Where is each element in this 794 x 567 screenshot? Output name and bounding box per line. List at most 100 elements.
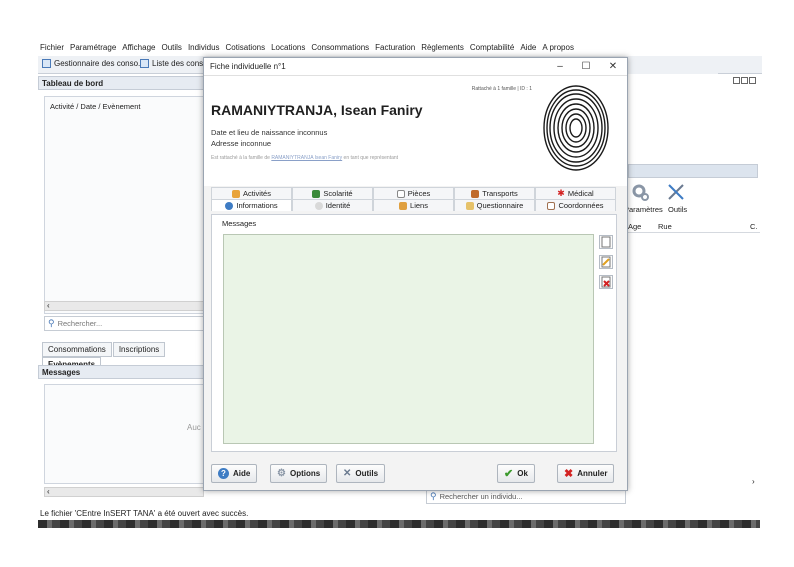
tab-informations[interactable]: Informations (211, 199, 292, 211)
messages-label: Messages (222, 219, 257, 228)
background-image-strip (38, 520, 760, 528)
messages-panel: Auc (44, 384, 204, 484)
tab-identite-label: Identité (325, 201, 351, 210)
messages-empty-text: Auc (187, 423, 201, 432)
tab-scolarite[interactable]: Scolarité (292, 187, 373, 199)
ok-button[interactable]: ✔ Ok (497, 464, 535, 483)
left-horizontal-scrollbar[interactable]: ‹ (44, 301, 204, 311)
menu-item-affichage[interactable]: Affichage (122, 43, 155, 52)
informations-content: Messages (211, 214, 617, 452)
aide-button[interactable]: ? Aide (211, 464, 258, 483)
menu-item-locations[interactable]: Locations (271, 43, 305, 52)
restore-icon[interactable] (733, 77, 740, 84)
options-label: Options (289, 469, 321, 478)
close-icon[interactable] (749, 77, 756, 84)
minimize-button[interactable]: – (550, 60, 570, 74)
col-rue[interactable]: Rue (658, 222, 672, 231)
outils-icon: ✕ (343, 468, 352, 479)
edit-message-button[interactable] (599, 255, 613, 269)
col-c[interactable]: C. (750, 222, 758, 231)
menu-item-aide[interactable]: Aide (520, 43, 536, 52)
dialog-title: Fiche individuelle n°1 (210, 62, 286, 71)
left-search-box[interactable]: ⚲ Rechercher... (44, 316, 204, 331)
tab-pieces[interactable]: Pièces (373, 187, 454, 199)
fiche-individuelle-dialog: Fiche individuelle n°1 – ☐ ✕ Rattaché à … (203, 57, 628, 491)
menu-item-fichier[interactable]: Fichier (40, 43, 64, 52)
list-icon (140, 59, 149, 68)
menu-item-outils[interactable]: Outils (161, 43, 181, 52)
tab-questionnaire[interactable]: Questionnaire (454, 199, 535, 211)
menu-item-comptabilit-[interactable]: Comptabilité (470, 43, 514, 52)
help-icon: ? (218, 468, 229, 479)
info-icon (225, 201, 234, 210)
gear-icon[interactable] (630, 182, 650, 202)
tab-activites[interactable]: Activités (211, 187, 292, 199)
family-link-text: Est rattaché à la famille de RAMANIYTRAN… (211, 155, 398, 161)
medical-cross-icon: ✱ (557, 188, 565, 198)
annuler-button[interactable]: ✖ Annuler (557, 464, 615, 483)
menu-item-cotisations[interactable]: Cotisations (226, 43, 266, 52)
tableau-title: Tableau de bord (42, 79, 104, 88)
menu-item-param-trage[interactable]: Paramétrage (70, 43, 116, 52)
family-suffix: en tant que représentant (342, 155, 399, 161)
scroll-right-icon[interactable]: › (752, 477, 755, 486)
tab-pieces-label: Pièces (407, 189, 431, 198)
rattache-info: Rattaché à 1 famille | ID : 1 (471, 86, 532, 92)
ok-label: Ok (517, 469, 528, 478)
search-icon: ⚲ (48, 318, 55, 328)
links-icon (399, 201, 408, 210)
activity-list[interactable]: Activité / Date / Evènement (44, 96, 204, 314)
identity-icon (314, 201, 323, 210)
tabs-row-top: Activités Scolarité Pièces Transports ✱ M… (211, 187, 616, 199)
menu-item-individus[interactable]: Individus (188, 43, 220, 52)
maximize-icon[interactable] (741, 77, 748, 84)
outils-label[interactable]: Outils (668, 205, 687, 214)
individu-search-box[interactable]: ⚲ Rechercher un individu... (426, 489, 626, 504)
address-info: Adresse inconnue (211, 139, 272, 148)
family-link[interactable]: RAMANIYTRANJA Isean Faniry (271, 155, 342, 161)
tab-inscriptions[interactable]: Inscriptions (112, 342, 166, 357)
birth-info: Date et lieu de naissance inconnus (211, 128, 328, 137)
right-toolbar-bg (628, 56, 718, 74)
menu-item-facturation[interactable]: Facturation (375, 43, 415, 52)
activities-icon (232, 189, 241, 198)
toolbar-gestionnaire-conso[interactable]: Gestionnaire des conso. (42, 59, 140, 68)
tab-activites-label: Activités (243, 189, 271, 198)
menu-item-a-propos[interactable]: A propos (542, 43, 574, 52)
messages-header: Messages (38, 365, 204, 379)
tab-questionnaire-label: Questionnaire (476, 201, 524, 210)
col-age[interactable]: Age (628, 222, 641, 231)
tab-consommations[interactable]: Consommations (42, 342, 112, 357)
maximize-button[interactable]: ☐ (576, 60, 596, 74)
status-bar-text: Le fichier 'CEntre InSERT TANA' a été ou… (40, 509, 249, 518)
tab-informations-label: Informations (236, 201, 278, 210)
close-button[interactable]: ✕ (603, 60, 623, 74)
tools-icon[interactable] (666, 182, 686, 202)
outils-button[interactable]: ✕ Outils (336, 464, 386, 483)
tab-coordonnees[interactable]: Coordonnées (535, 199, 616, 211)
toolbar-liste-label: Liste des conso. (152, 59, 210, 68)
tab-medical[interactable]: ✱ Médical (535, 187, 616, 199)
tab-scolarite-label: Scolarité (323, 189, 353, 198)
person-name: RAMANIYTRANJA, Isean Faniry (211, 102, 423, 118)
parametres-label[interactable]: Paramètres (624, 205, 663, 214)
aide-label: Aide (233, 469, 251, 478)
menu-item-r-glements[interactable]: Règlements (421, 43, 464, 52)
bottom-left-scrollbar[interactable]: ‹ (44, 487, 204, 497)
delete-message-button[interactable] (599, 275, 613, 289)
menu-item-consommations[interactable]: Consommations (311, 43, 369, 52)
tab-identite[interactable]: Identité (292, 199, 373, 211)
dialog-titlebar: Fiche individuelle n°1 – ☐ ✕ (204, 58, 627, 76)
tab-liens[interactable]: Liens (373, 199, 454, 211)
tab-transports[interactable]: Transports (454, 187, 535, 199)
fingerprint-photo[interactable] (537, 80, 615, 176)
tab-transports-label: Transports (482, 189, 518, 198)
options-button[interactable]: ⚙ Options (270, 464, 328, 483)
scroll-left-icon: ‹ (47, 301, 50, 310)
family-prefix: Est rattaché à la famille de (211, 155, 272, 161)
messages-list[interactable] (223, 234, 594, 444)
add-message-button[interactable] (599, 235, 613, 249)
tab-coordonnees-label: Coordonnées (558, 201, 604, 210)
toolbar-liste-conso[interactable]: Liste des conso. (140, 59, 210, 68)
dialog-header: Rattaché à 1 famille | ID : 1 RAMANIYTRA… (204, 76, 627, 186)
